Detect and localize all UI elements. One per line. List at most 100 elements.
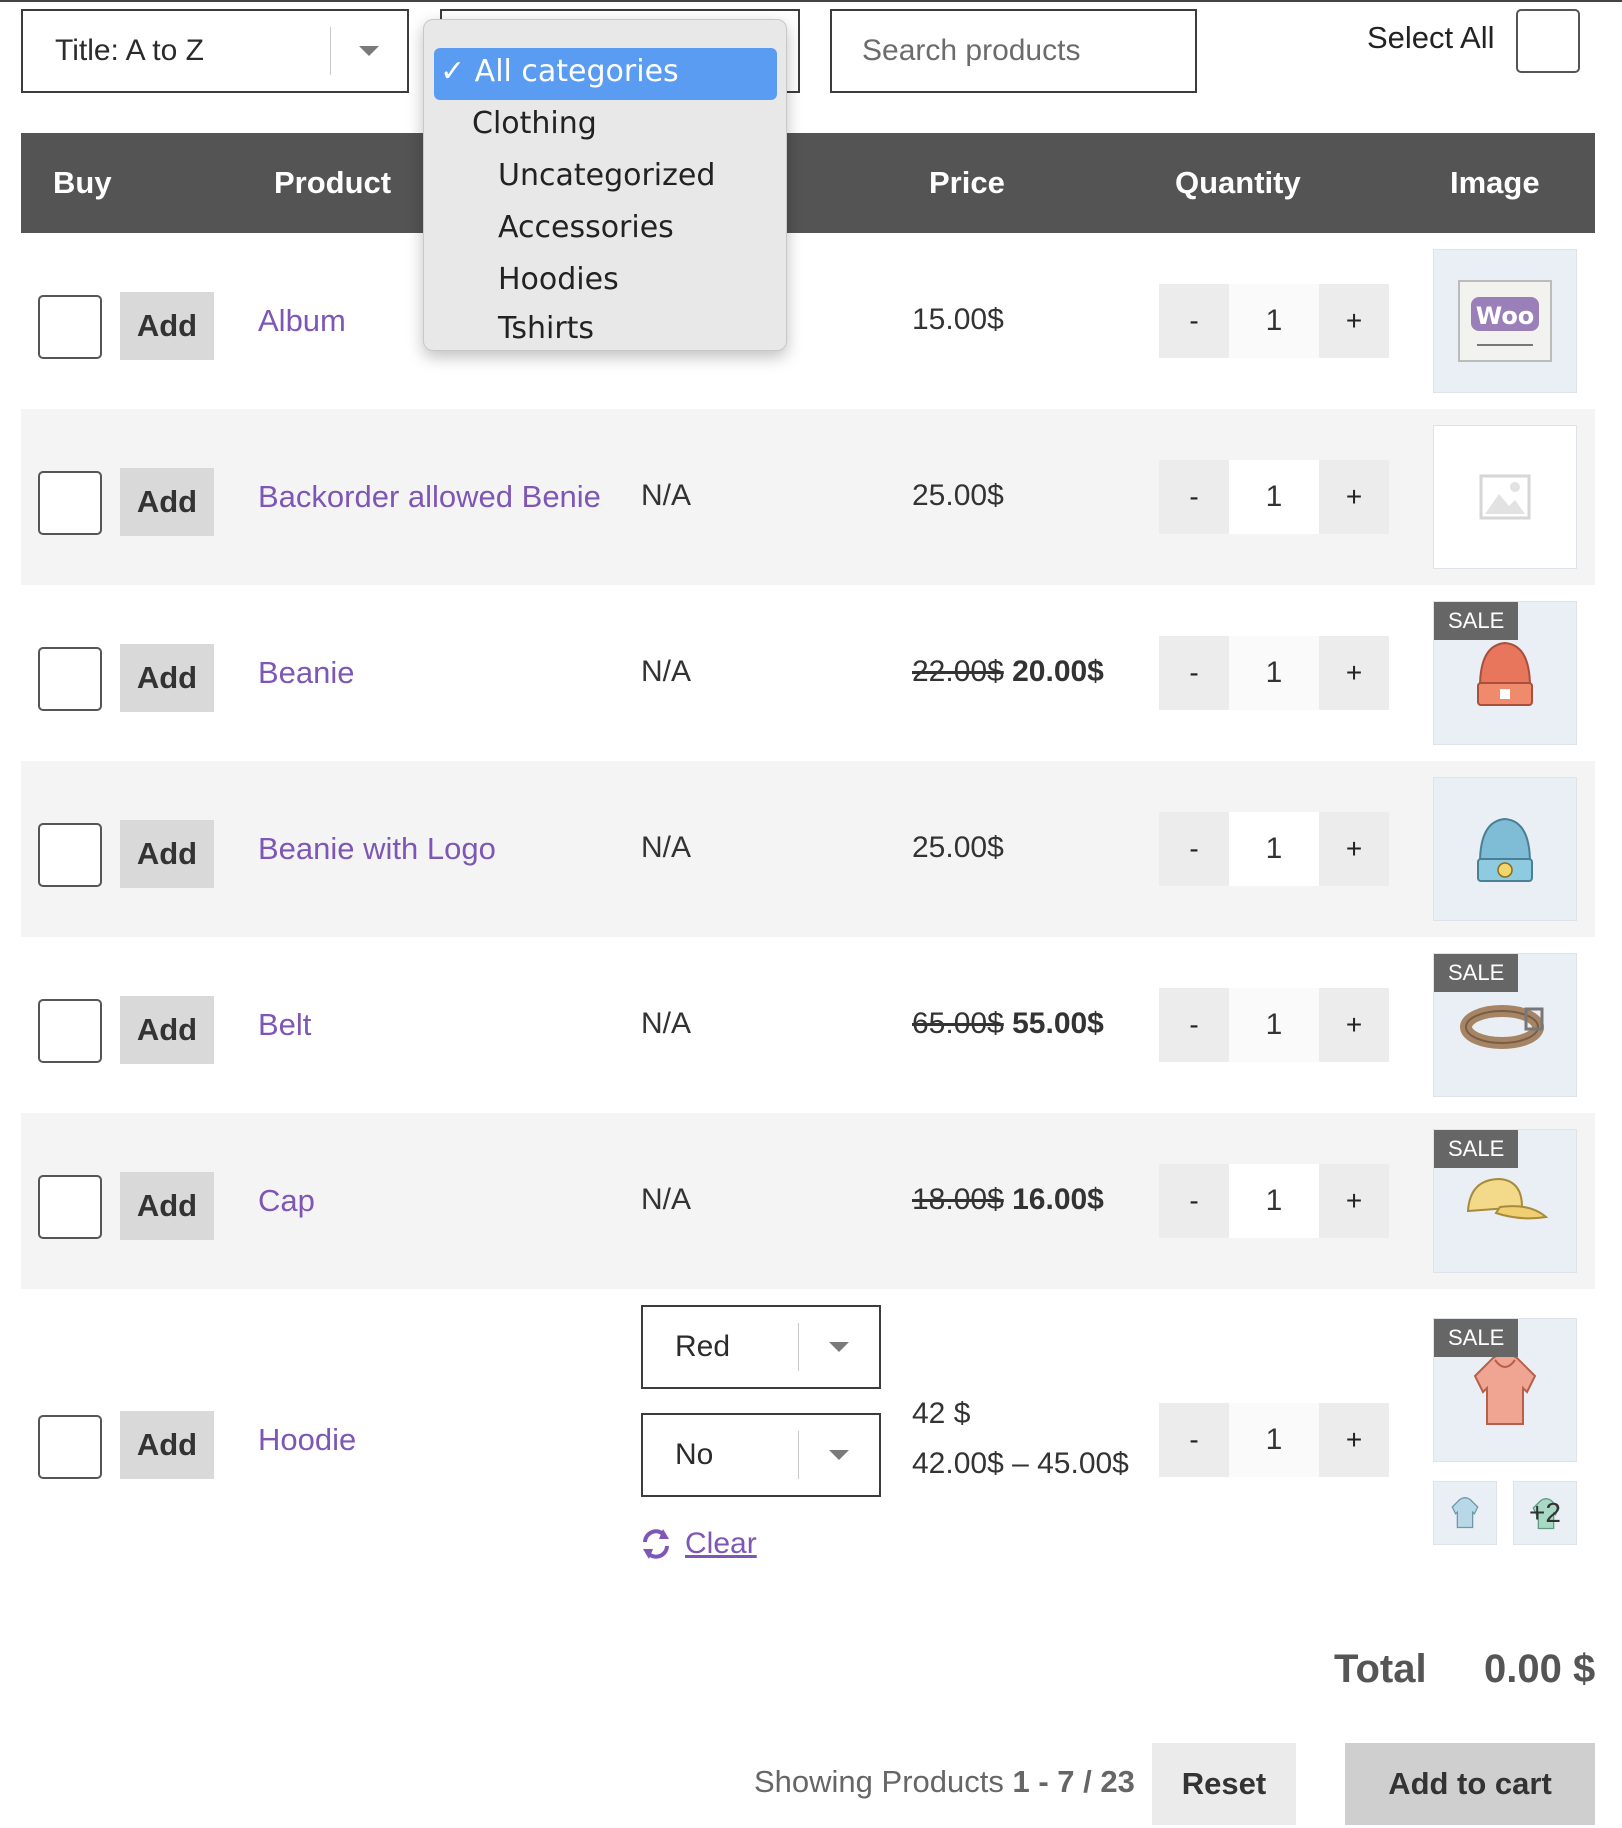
qty-input[interactable]: 1 (1229, 1403, 1319, 1477)
qty-minus-button[interactable]: - (1159, 460, 1229, 534)
qty-minus-button[interactable]: - (1159, 284, 1229, 358)
price: 25.00$ (912, 831, 1004, 864)
belt-icon[interactable]: SALE (1433, 953, 1577, 1097)
table-row: Add Cap N/A 18.00$ 16.00$ - 1 + SALE (21, 1113, 1595, 1289)
qty-minus-button[interactable]: - (1159, 812, 1229, 886)
more-thumbs-label: +2 (1529, 1497, 1561, 1528)
search-placeholder: Search products (862, 34, 1081, 67)
table-row: Add Belt N/A 65.00$ 55.00$ - 1 + SALE (21, 937, 1595, 1113)
sale-price: 20.00$ (1012, 655, 1104, 688)
category-value: N/A (641, 1007, 692, 1040)
qty-plus-button[interactable]: + (1319, 988, 1389, 1062)
qty-input[interactable]: 1 (1229, 460, 1319, 534)
hoodie-gallery-thumb[interactable] (1433, 1481, 1497, 1545)
dropdown-option-uncategorized[interactable]: Uncategorized (498, 158, 715, 193)
svg-text:Woo: Woo (1476, 302, 1535, 330)
qty-plus-button[interactable]: + (1319, 284, 1389, 358)
add-button[interactable]: Add (120, 996, 214, 1064)
search-input[interactable]: Search products (830, 9, 1197, 93)
price: 42 $ (912, 1397, 971, 1430)
price: 22.00$ 20.00$ (912, 655, 1104, 689)
placeholder-image-icon[interactable] (1433, 425, 1577, 569)
qty-plus-button[interactable]: + (1319, 636, 1389, 710)
qty-input[interactable]: 1 (1229, 988, 1319, 1062)
qty-minus-button[interactable]: - (1159, 988, 1229, 1062)
add-button[interactable]: Add (120, 292, 214, 360)
add-button[interactable]: Add (120, 1172, 214, 1240)
row-checkbox[interactable] (38, 295, 102, 359)
row-checkbox[interactable] (38, 647, 102, 711)
header-image: Image (1450, 165, 1540, 200)
product-link[interactable]: Cap (258, 1183, 315, 1219)
reset-button[interactable]: Reset (1152, 1743, 1296, 1825)
table-row: Add Beanie with Logo N/A 25.00$ - 1 + (21, 761, 1595, 937)
old-price: 22.00$ (912, 655, 1004, 688)
dropdown-option-clothing[interactable]: Clothing (472, 106, 597, 141)
select-all-label: Select All (1367, 20, 1495, 55)
qty-minus-button[interactable]: - (1159, 1403, 1229, 1477)
row-checkbox[interactable] (38, 471, 102, 535)
sort-select[interactable]: Title: A to Z (21, 9, 409, 93)
logo-select[interactable]: No (641, 1413, 881, 1497)
category-value: N/A (641, 479, 692, 512)
beanie-logo-icon[interactable] (1433, 777, 1577, 921)
old-price: 65.00$ (912, 1007, 1004, 1040)
showing-prefix: Showing Products (754, 1764, 1013, 1799)
beanie-icon[interactable]: SALE (1433, 601, 1577, 745)
total-label: Total (1334, 1647, 1427, 1691)
table-row: Add Beanie N/A 22.00$ 20.00$ - 1 + SALE (21, 585, 1595, 761)
product-link[interactable]: Hoodie (258, 1422, 356, 1458)
color-select-value: Red (675, 1330, 731, 1363)
cap-icon[interactable]: SALE (1433, 1129, 1577, 1273)
product-link[interactable]: Album (258, 303, 346, 339)
add-button[interactable]: Add (120, 820, 214, 888)
select-all-checkbox[interactable] (1516, 9, 1580, 73)
price: 25.00$ (912, 479, 1004, 512)
add-to-cart-button[interactable]: Add to cart (1345, 1743, 1595, 1825)
qty-input[interactable]: 1 (1229, 284, 1319, 358)
qty-minus-button[interactable]: - (1159, 636, 1229, 710)
dropdown-option-hoodies[interactable]: Hoodies (498, 262, 619, 297)
qty-plus-button[interactable]: + (1319, 1164, 1389, 1238)
more-thumbs-button[interactable]: +2 (1513, 1481, 1577, 1545)
price-range: 42.00$ – 45.00$ (912, 1447, 1129, 1480)
header-product: Product (274, 165, 392, 200)
qty-input[interactable]: 1 (1229, 636, 1319, 710)
product-link[interactable]: Backorder allowed Benie (258, 479, 601, 515)
woo-album-icon[interactable]: Woo (1433, 249, 1577, 393)
dropdown-option-tshirts[interactable]: Tshirts (498, 314, 594, 344)
category-value: N/A (641, 831, 692, 864)
hoodie-icon[interactable]: SALE (1433, 1318, 1577, 1462)
clear-label: Clear (685, 1527, 757, 1560)
table-row: Add Hoodie Red No Clear 42 $ 42.00$ – 45… (21, 1289, 1595, 1579)
quantity-stepper: - 1 + (1159, 1164, 1389, 1238)
dropdown-option-all-categories[interactable]: ✓ All categories (440, 54, 679, 89)
product-link[interactable]: Belt (258, 1007, 311, 1043)
category-dropdown-menu: ✓ All categories Clothing Uncategorized … (423, 19, 787, 351)
qty-plus-button[interactable]: + (1319, 1403, 1389, 1477)
add-button[interactable]: Add (120, 644, 214, 712)
row-checkbox[interactable] (38, 1415, 102, 1479)
price: 15.00$ (912, 303, 1004, 336)
chevron-down-icon (799, 1450, 879, 1460)
row-checkbox[interactable] (38, 823, 102, 887)
sale-badge: SALE (1434, 1319, 1519, 1357)
qty-plus-button[interactable]: + (1319, 812, 1389, 886)
row-checkbox[interactable] (38, 999, 102, 1063)
header-quantity: Quantity (1175, 165, 1301, 200)
qty-plus-button[interactable]: + (1319, 460, 1389, 534)
qty-input[interactable]: 1 (1229, 1164, 1319, 1238)
add-button[interactable]: Add (120, 468, 214, 536)
color-select[interactable]: Red (641, 1305, 881, 1389)
qty-minus-button[interactable]: - (1159, 1164, 1229, 1238)
dropdown-option-accessories[interactable]: Accessories (498, 210, 674, 245)
showing-products: Showing Products 1 - 7 / 23 (754, 1764, 1135, 1800)
table-header: Buy Product Price Quantity Image (21, 133, 1595, 233)
quantity-stepper: - 1 + (1159, 284, 1389, 358)
add-button[interactable]: Add (120, 1411, 214, 1479)
qty-input[interactable]: 1 (1229, 812, 1319, 886)
product-link[interactable]: Beanie (258, 655, 355, 691)
product-link[interactable]: Beanie with Logo (258, 831, 496, 867)
clear-variations-link[interactable]: Clear (639, 1527, 757, 1561)
row-checkbox[interactable] (38, 1175, 102, 1239)
